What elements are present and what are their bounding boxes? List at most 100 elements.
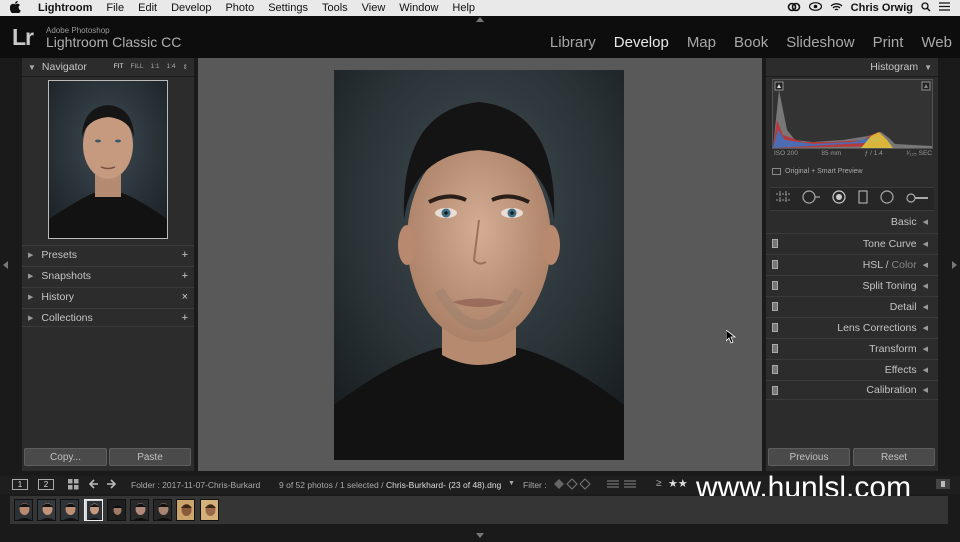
menu-tools[interactable]: Tools xyxy=(322,2,348,14)
panel-switch-icon[interactable] xyxy=(772,239,778,248)
folder-source[interactable]: Folder : 2017-11-07-Chris-Burkard xyxy=(131,480,260,490)
filmstrip-thumb[interactable] xyxy=(200,499,219,521)
module-slideshow[interactable]: Slideshow xyxy=(786,34,854,51)
wifi-icon[interactable] xyxy=(830,2,843,15)
tone-curve-panel-header[interactable]: Tone Curve ◀ xyxy=(766,233,938,253)
rating-stars[interactable]: ★★ xyxy=(668,477,688,490)
panel-switch-icon[interactable] xyxy=(772,323,778,332)
zoom-1-1[interactable]: 1:1 xyxy=(150,63,159,71)
menu-develop[interactable]: Develop xyxy=(171,2,211,14)
apple-icon[interactable] xyxy=(9,0,28,16)
secondary-window-button[interactable]: 2 xyxy=(38,479,54,490)
filter-lock-icon[interactable] xyxy=(936,479,950,491)
panel-switch-icon[interactable] xyxy=(772,365,778,374)
color-label-filter-icon[interactable] xyxy=(607,479,637,491)
user-name[interactable]: Chris Orwig xyxy=(851,2,913,14)
menu-help[interactable]: Help xyxy=(452,2,475,14)
split-toning-panel-header[interactable]: Split Toning ◀ xyxy=(766,275,938,295)
snapshots-panel-header[interactable]: ▶ Snapshots + xyxy=(22,266,194,285)
presets-panel-header[interactable]: ▶ Presets + xyxy=(22,245,194,264)
add-snapshot-icon[interactable]: + xyxy=(182,270,188,282)
spot-removal-icon[interactable] xyxy=(802,189,820,209)
rating-operator[interactable]: ≥ xyxy=(656,478,662,489)
navigator-header[interactable]: ▼ Navigator FIT FILL 1:1 1:4 ⇕ xyxy=(22,58,194,77)
red-eye-icon[interactable] xyxy=(832,189,846,209)
back-arrow-icon[interactable] xyxy=(88,479,99,491)
hsl-color-panel-header[interactable]: HSL / Color ◀ xyxy=(766,254,938,274)
panel-switch-icon[interactable] xyxy=(772,302,778,311)
module-map[interactable]: Map xyxy=(687,34,716,51)
menu-list-icon[interactable] xyxy=(939,2,950,14)
filmstrip[interactable] xyxy=(10,496,948,524)
paste-settings-button[interactable]: Paste xyxy=(109,448,191,466)
zoom-fill[interactable]: FILL xyxy=(130,63,143,71)
top-panel-toggle-icon[interactable] xyxy=(476,17,484,22)
filmstrip-toggle-icon[interactable] xyxy=(476,533,484,538)
color-tab[interactable]: Color xyxy=(892,259,917,271)
add-collection-icon[interactable]: + xyxy=(182,312,188,324)
filmstrip-thumb[interactable] xyxy=(60,499,79,521)
filmstrip-thumb[interactable] xyxy=(14,499,33,521)
zoom-stepper-icon[interactable]: ⇕ xyxy=(183,63,188,71)
zoom-fit[interactable]: FIT xyxy=(114,63,124,71)
panel-switch-icon[interactable] xyxy=(772,344,778,353)
graduated-filter-icon[interactable] xyxy=(858,189,868,209)
menu-edit[interactable]: Edit xyxy=(138,2,157,14)
panel-switch-icon[interactable] xyxy=(772,385,778,395)
selected-filename[interactable]: Chris-Burkhard- (23 of 48).dng xyxy=(386,480,501,490)
menu-file[interactable]: File xyxy=(106,2,124,14)
grid-view-icon[interactable] xyxy=(68,479,79,492)
left-panel-toggle-icon[interactable] xyxy=(3,261,8,269)
zoom-1-4[interactable]: 1:4 xyxy=(167,63,176,71)
filmstrip-thumb-selected[interactable] xyxy=(84,499,103,521)
crop-tool-icon[interactable] xyxy=(776,190,790,208)
expand-triangle-icon: ◀ xyxy=(922,324,928,332)
transform-panel-header[interactable]: Transform ◀ xyxy=(766,338,938,358)
creative-cloud-icon[interactable] xyxy=(787,2,801,15)
history-panel-header[interactable]: ▶ History × xyxy=(22,287,194,306)
main-photo[interactable] xyxy=(334,70,624,460)
effects-panel-header[interactable]: Effects ◀ xyxy=(766,359,938,379)
primary-window-button[interactable]: 1 xyxy=(12,479,28,490)
collections-panel-header[interactable]: ▶ Collections + xyxy=(22,308,194,327)
right-panel-toggle-icon[interactable] xyxy=(952,261,957,269)
filename-dropdown-icon[interactable]: ▼ xyxy=(508,480,515,487)
panel-switch-icon[interactable] xyxy=(772,281,778,290)
reset-button[interactable]: Reset xyxy=(853,448,935,466)
module-web[interactable]: Web xyxy=(921,34,952,51)
radial-filter-icon[interactable] xyxy=(880,189,894,209)
histogram-display[interactable] xyxy=(772,79,933,149)
menu-settings[interactable]: Settings xyxy=(268,2,308,14)
module-develop[interactable]: Develop xyxy=(614,34,669,51)
module-library[interactable]: Library xyxy=(550,34,596,51)
lens-corrections-panel-header[interactable]: Lens Corrections ◀ xyxy=(766,317,938,337)
search-icon[interactable] xyxy=(921,1,931,15)
module-book[interactable]: Book xyxy=(734,34,768,51)
menu-app-lightroom[interactable]: Lightroom xyxy=(38,2,92,14)
histogram-header[interactable]: Histogram ▼ xyxy=(766,58,938,77)
add-preset-icon[interactable]: + xyxy=(182,249,188,261)
eye-icon[interactable] xyxy=(808,2,822,14)
hsl-tab[interactable]: HSL xyxy=(863,259,883,271)
calibration-panel-header[interactable]: Calibration ◀ xyxy=(766,380,938,400)
previous-button[interactable]: Previous xyxy=(768,448,850,466)
menu-view[interactable]: View xyxy=(362,2,386,14)
filmstrip-thumb[interactable] xyxy=(153,499,172,521)
filmstrip-thumb[interactable] xyxy=(130,499,149,521)
filmstrip-thumb[interactable] xyxy=(107,499,126,521)
navigator-preview[interactable] xyxy=(48,80,168,239)
filmstrip-thumb[interactable] xyxy=(37,499,56,521)
detail-panel-header[interactable]: Detail ◀ xyxy=(766,296,938,316)
loupe-view[interactable] xyxy=(198,58,762,471)
copy-settings-button[interactable]: Copy... xyxy=(24,448,107,466)
module-print[interactable]: Print xyxy=(873,34,904,51)
menu-window[interactable]: Window xyxy=(399,2,438,14)
menu-photo[interactable]: Photo xyxy=(225,2,254,14)
panel-switch-icon[interactable] xyxy=(772,260,778,269)
filmstrip-thumb[interactable] xyxy=(176,499,195,521)
adjustment-brush-icon[interactable] xyxy=(906,190,928,208)
flag-filter-icons[interactable] xyxy=(553,478,593,492)
forward-arrow-icon[interactable] xyxy=(106,479,117,491)
clear-history-icon[interactable]: × xyxy=(182,291,188,303)
basic-panel-header[interactable]: Basic ◀ xyxy=(766,212,938,232)
